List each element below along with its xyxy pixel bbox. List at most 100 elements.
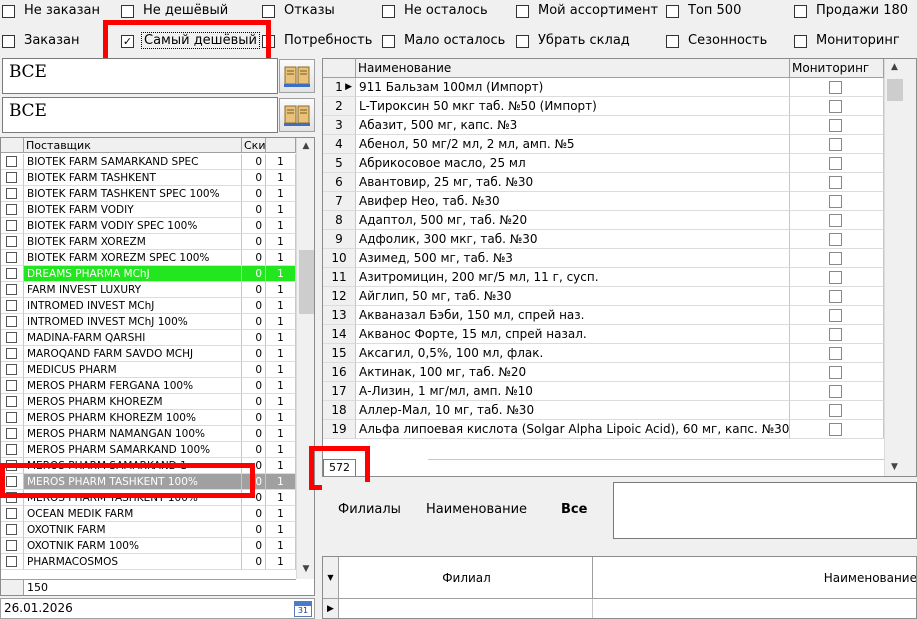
supplier-row[interactable]: MAROQAND FARM SAVDO MCHJ 0 1 (1, 346, 296, 362)
scroll-down-icon[interactable]: ▼ (297, 561, 314, 578)
monitoring-checkbox[interactable] (829, 309, 842, 322)
monitoring-checkbox[interactable] (829, 385, 842, 398)
supplier-row[interactable]: OXOTNIK FARM 0 1 (1, 522, 296, 538)
product-row[interactable]: 19 Альфа липоевая кислота (Solgar Alpha L… (323, 420, 884, 439)
supplier-checkbox[interactable] (6, 396, 17, 407)
supplier-checkbox[interactable] (6, 348, 17, 359)
scroll-down-icon[interactable]: ▼ (885, 459, 904, 476)
supplier-row[interactable]: MEDICUS PHARM 0 1 (1, 362, 296, 378)
supplier-checkbox[interactable] (6, 316, 17, 327)
tab-name[interactable]: Наименование (426, 502, 527, 517)
filter-sales180-checkbox[interactable] (794, 5, 807, 18)
chevron-down-icon[interactable]: ▼ (323, 557, 339, 599)
supplier-checkbox[interactable] (6, 300, 17, 311)
supplier-checkbox[interactable] (6, 284, 17, 295)
supplier-row[interactable]: MEROS PHARM TASHKENT 100% 0 1 (1, 474, 296, 490)
supplier-checkbox[interactable] (6, 540, 17, 551)
supplier-checkbox[interactable] (6, 412, 17, 423)
filter-not-cheap-checkbox[interactable] (121, 5, 134, 18)
monitoring-checkbox[interactable] (829, 366, 842, 379)
scroll-thumb[interactable] (299, 250, 314, 314)
supplier-checkbox[interactable] (6, 188, 17, 199)
monitoring-checkbox[interactable] (829, 252, 842, 265)
monitoring-checkbox[interactable] (829, 328, 842, 341)
supplier-checkbox[interactable] (6, 172, 17, 183)
supplier-checkbox[interactable] (6, 524, 17, 535)
product-row[interactable]: 15 Аксагил, 0,5%, 100 мл, флак. (323, 344, 884, 363)
supplier-row[interactable]: DREAMS PHARMA MChJ 0 1 (1, 266, 296, 282)
monitoring-checkbox[interactable] (829, 233, 842, 246)
branch-header[interactable]: Филиал (339, 557, 593, 599)
supplier-checkbox[interactable] (6, 204, 17, 215)
filter-seasonality-checkbox[interactable] (666, 35, 679, 48)
supplier-checkbox[interactable] (6, 476, 17, 487)
branch-cell[interactable] (339, 599, 593, 618)
supplier-checkbox[interactable] (6, 236, 17, 247)
monitoring-checkbox[interactable] (829, 119, 842, 132)
product-row[interactable]: 13 Акваназал Бэби, 150 мл, спрей наз. (323, 306, 884, 325)
supplier-row[interactable]: MEROS PHARM NAMANGAN 100% 0 1 (1, 426, 296, 442)
supplier-row[interactable]: MEROS PHARM SAMARKAND 101 (1, 458, 296, 474)
supplier-row[interactable]: MEROS PHARM KHOREZM 0 1 (1, 394, 296, 410)
monitoring-checkbox[interactable] (829, 404, 842, 417)
supplier-discount-header[interactable]: Ски (242, 138, 266, 153)
product-row[interactable]: 8 Адаптол, 500 мг, таб. №20 (323, 211, 884, 230)
scroll-up-icon[interactable]: ▲ (297, 138, 314, 155)
product-scrollbar[interactable]: ▲ ▼ (884, 59, 904, 476)
supplier-checkbox[interactable] (6, 428, 17, 439)
monitoring-checkbox[interactable] (829, 271, 842, 284)
filter-remove-warehouse-checkbox[interactable] (516, 35, 529, 48)
supplier-row[interactable]: INTROMED INVEST MChJ 100% 0 1 (1, 314, 296, 330)
monitoring-checkbox[interactable] (829, 138, 842, 151)
product-row[interactable]: 1 ▶ 911 Бальзам 100мл (Импорт) (323, 78, 884, 97)
product-filter-field[interactable]: ВСЕ (2, 97, 278, 133)
monitoring-checkbox[interactable] (829, 157, 842, 170)
supplier-row[interactable]: BIOTEK FARM VODIY 0 1 (1, 202, 296, 218)
book-button-1[interactable] (279, 59, 315, 93)
filter-not-ordered-checkbox[interactable] (2, 5, 15, 18)
filter-top500-checkbox[interactable] (666, 5, 679, 18)
supplier-row[interactable]: BIOTEK FARM SAMARKAND SPEC 0 1 (1, 154, 296, 170)
tab-all[interactable]: Все (561, 502, 587, 517)
supplier-name-header[interactable]: Поставщик (24, 138, 242, 153)
tab-branches[interactable]: Филиалы (338, 502, 401, 517)
filter-need-checkbox[interactable] (262, 35, 275, 48)
product-row[interactable]: 9 Адфолик, 300 мкг, таб. №30 (323, 230, 884, 249)
supplier-row[interactable]: PHARMACOSMOS 0 1 (1, 554, 296, 570)
monitoring-checkbox[interactable] (829, 100, 842, 113)
scroll-thumb[interactable] (887, 79, 903, 101)
product-row[interactable]: 14 Акванос Форте, 15 мл, спрей назал. (323, 325, 884, 344)
supplier-checkbox[interactable] (6, 332, 17, 343)
supplier-row[interactable]: MEROS PHARM FERGANA 100% 0 1 (1, 378, 296, 394)
product-row[interactable]: 5 Абрикосовое масло, 25 мл (323, 154, 884, 173)
filter-low-stock-checkbox[interactable] (382, 35, 395, 48)
product-row[interactable]: 10 Азимед, 500 мг, таб. №3 (323, 249, 884, 268)
supplier-checkbox[interactable] (6, 380, 17, 391)
monitoring-checkbox[interactable] (829, 214, 842, 227)
supplier-row[interactable]: FARM INVEST LUXURY 0 1 (1, 282, 296, 298)
book-button-2[interactable] (279, 98, 315, 132)
filter-my-assortment-checkbox[interactable] (516, 5, 529, 18)
supplier-row[interactable]: INTROMED INVEST MChJ 0 1 (1, 298, 296, 314)
monitoring-checkbox[interactable] (829, 176, 842, 189)
branch-name-header[interactable]: Наименование (593, 557, 916, 599)
detail-text-area[interactable] (613, 482, 917, 539)
product-monitoring-header[interactable]: Мониторинг (790, 59, 884, 78)
product-row[interactable]: 11 Азитромицин, 200 мг/5 мл, 11 г, сусп. (323, 268, 884, 287)
supplier-checkbox[interactable] (6, 156, 17, 167)
scroll-up-icon[interactable]: ▲ (885, 59, 904, 76)
filter-monitoring-checkbox[interactable] (794, 35, 807, 48)
supplier-checkbox[interactable] (6, 364, 17, 375)
supplier-row[interactable]: MEROS PHARM TASHKENT 100% 0 1 (1, 490, 296, 506)
monitoring-checkbox[interactable] (829, 290, 842, 303)
supplier-row[interactable]: MEROS PHARM KHOREZM 100% 0 1 (1, 410, 296, 426)
filter-refusals-checkbox[interactable] (262, 5, 275, 18)
supplier-checkbox[interactable] (6, 268, 17, 279)
supplier-checkbox[interactable] (6, 492, 17, 503)
product-row[interactable]: 17 А-Лизин, 1 мг/мл, амп. №10 (323, 382, 884, 401)
product-row[interactable]: 4 Абенол, 50 мг/2 мл, 2 мл, амп. №5 (323, 135, 884, 154)
supplier-checkbox[interactable] (6, 252, 17, 263)
supplier-checkbox[interactable] (6, 556, 17, 567)
supplier-filter-field[interactable]: ВСЕ (2, 58, 278, 94)
product-row[interactable]: 16 Актинак, 100 мг, таб. №20 (323, 363, 884, 382)
